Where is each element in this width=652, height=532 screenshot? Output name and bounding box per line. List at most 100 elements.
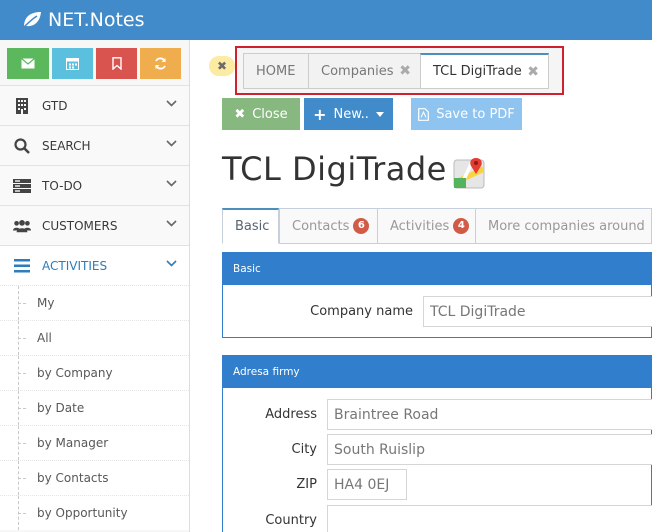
chevron-down-icon [166, 140, 177, 147]
submenu-item-label: by Contacts [37, 471, 109, 485]
address-panel: Adresa firmy Address Braintree Road City… [222, 355, 652, 532]
city-label: City [291, 442, 317, 457]
submenu-item-label: My [37, 296, 55, 310]
google-maps-icon[interactable] [452, 156, 486, 194]
calendar-icon [66, 58, 79, 70]
building-icon [13, 97, 31, 115]
close-button[interactable]: ✖ Close [222, 98, 300, 130]
tab-label: Contacts [292, 218, 350, 234]
sidebar: GTD SEARCH TO-DO CUSTOMERS ACTIVITIES My… [0, 40, 190, 532]
sidebar-item-gtd[interactable]: GTD [0, 85, 189, 125]
submenu-item-label: by Opportunity [37, 506, 128, 520]
bookmark-shortcut-button[interactable] [96, 48, 137, 79]
chevron-down-icon [166, 220, 177, 227]
submenu-item-by-opportunity[interactable]: by Opportunity [0, 495, 189, 530]
sidebar-item-label: ACTIVITIES [42, 258, 108, 273]
sidebar-item-search[interactable]: SEARCH [0, 125, 189, 165]
new-button-label: New.. [333, 106, 369, 122]
submenu-item-by-company[interactable]: by Company [0, 355, 189, 390]
submenu-item-by-contacts[interactable]: by Contacts [0, 460, 189, 495]
plus-icon: + [313, 104, 327, 124]
submenu-item-label: by Manager [37, 436, 109, 450]
chevron-down-icon [166, 260, 177, 267]
users-icon [13, 217, 31, 235]
submenu-item-by-manager[interactable]: by Manager [0, 425, 189, 460]
zip-label: ZIP [296, 477, 317, 492]
sidebar-item-activities[interactable]: ACTIVITIES [0, 245, 189, 285]
calendar-shortcut-button[interactable] [52, 48, 93, 79]
tab-activities[interactable]: Activities 4 [377, 208, 476, 244]
zip-input[interactable]: HA4 0EJ [327, 469, 407, 500]
new-button[interactable]: + New.. [304, 98, 393, 130]
tab-basic[interactable]: Basic [222, 208, 279, 244]
sidebar-menu: GTD SEARCH TO-DO CUSTOMERS ACTIVITIES My… [0, 85, 189, 530]
top-navbar: NET.Notes [0, 0, 652, 40]
zip-row: ZIP HA4 0EJ [223, 469, 652, 501]
search-icon [13, 137, 31, 155]
tab-companies[interactable]: Companies ✖ [308, 53, 421, 89]
close-all-tabs-button[interactable]: ✖ [209, 56, 235, 76]
address-input[interactable]: Braintree Road [327, 399, 652, 430]
tab-label: Basic [235, 219, 270, 234]
tab-close-icon[interactable]: ✖ [399, 63, 411, 79]
sidebar-item-todo[interactable]: TO-DO [0, 165, 189, 205]
submenu-item-my[interactable]: My [0, 285, 189, 320]
country-label: Country [265, 513, 317, 528]
contacts-count-badge: 6 [353, 218, 370, 234]
tab-tcl-digitrade[interactable]: TCL DigiTrade ✖ [420, 53, 549, 89]
chevron-down-icon [166, 180, 177, 187]
city-row: City South Ruislip [223, 434, 652, 466]
country-input[interactable] [327, 505, 652, 532]
caret-down-icon [375, 111, 384, 117]
address-label: Address [265, 407, 317, 422]
page-title: TCL DigiTrade [222, 150, 447, 188]
submenu-item-all[interactable]: All [0, 320, 189, 355]
address-row: Address Braintree Road [223, 399, 652, 431]
server-icon [13, 177, 31, 195]
submenu-item-label: All [37, 331, 52, 345]
company-name-label: Company name [310, 304, 413, 319]
submenu-item-by-date[interactable]: by Date [0, 390, 189, 425]
refresh-shortcut-button[interactable] [140, 48, 181, 79]
save-to-pdf-label: Save to PDF [436, 106, 515, 122]
close-button-label: Close [252, 106, 288, 122]
page-tabs: HOME Companies ✖ TCL DigiTrade ✖ [235, 46, 564, 95]
file-pdf-icon [418, 107, 430, 121]
panel-title: Adresa firmy [223, 356, 651, 388]
sidebar-item-label: TO-DO [42, 178, 83, 193]
shortcut-buttons [7, 48, 184, 79]
tab-label: HOME [256, 63, 296, 79]
chevron-down-icon [166, 100, 177, 107]
tab-home[interactable]: HOME [243, 53, 309, 89]
submenu-item-label: by Date [37, 401, 85, 415]
panel-title: Basic [223, 253, 651, 285]
save-to-pdf-button[interactable]: Save to PDF [411, 98, 522, 130]
tab-label: Companies [321, 63, 394, 79]
close-icon: ✖ [234, 106, 246, 122]
city-input[interactable]: South Ruislip [327, 434, 652, 465]
tab-label: Activities [390, 218, 450, 234]
leaf-icon [22, 12, 41, 29]
tab-contacts[interactable]: Contacts 6 [279, 208, 378, 244]
tab-close-icon[interactable]: ✖ [527, 64, 539, 80]
bookmark-icon [111, 57, 122, 70]
company-name-input[interactable]: TCL DigiTrade [423, 296, 652, 327]
tab-more-companies[interactable]: More companies around [475, 208, 652, 244]
list-icon [13, 257, 31, 275]
sidebar-item-customers[interactable]: CUSTOMERS [0, 205, 189, 245]
country-row: Country [223, 505, 652, 532]
sidebar-item-label: GTD [42, 98, 68, 113]
close-icon: ✖ [216, 59, 228, 73]
tab-label: TCL DigiTrade [433, 64, 522, 79]
activities-count-badge: 4 [453, 218, 470, 234]
sidebar-item-label: SEARCH [42, 138, 91, 153]
activities-submenu: My All by Company by Date by Manager by … [0, 285, 189, 530]
refresh-icon [155, 57, 166, 70]
basic-panel: Basic Company name TCL DigiTrade [222, 252, 652, 338]
mail-shortcut-button[interactable] [7, 48, 49, 79]
content-tabs: Basic Contacts 6 Activities 4 More compa… [222, 208, 652, 244]
app-title: NET.Notes [48, 9, 145, 31]
brand[interactable]: NET.Notes [22, 7, 144, 33]
tab-label: More companies around [488, 218, 645, 234]
company-name-row: Company name TCL DigiTrade [223, 296, 652, 328]
